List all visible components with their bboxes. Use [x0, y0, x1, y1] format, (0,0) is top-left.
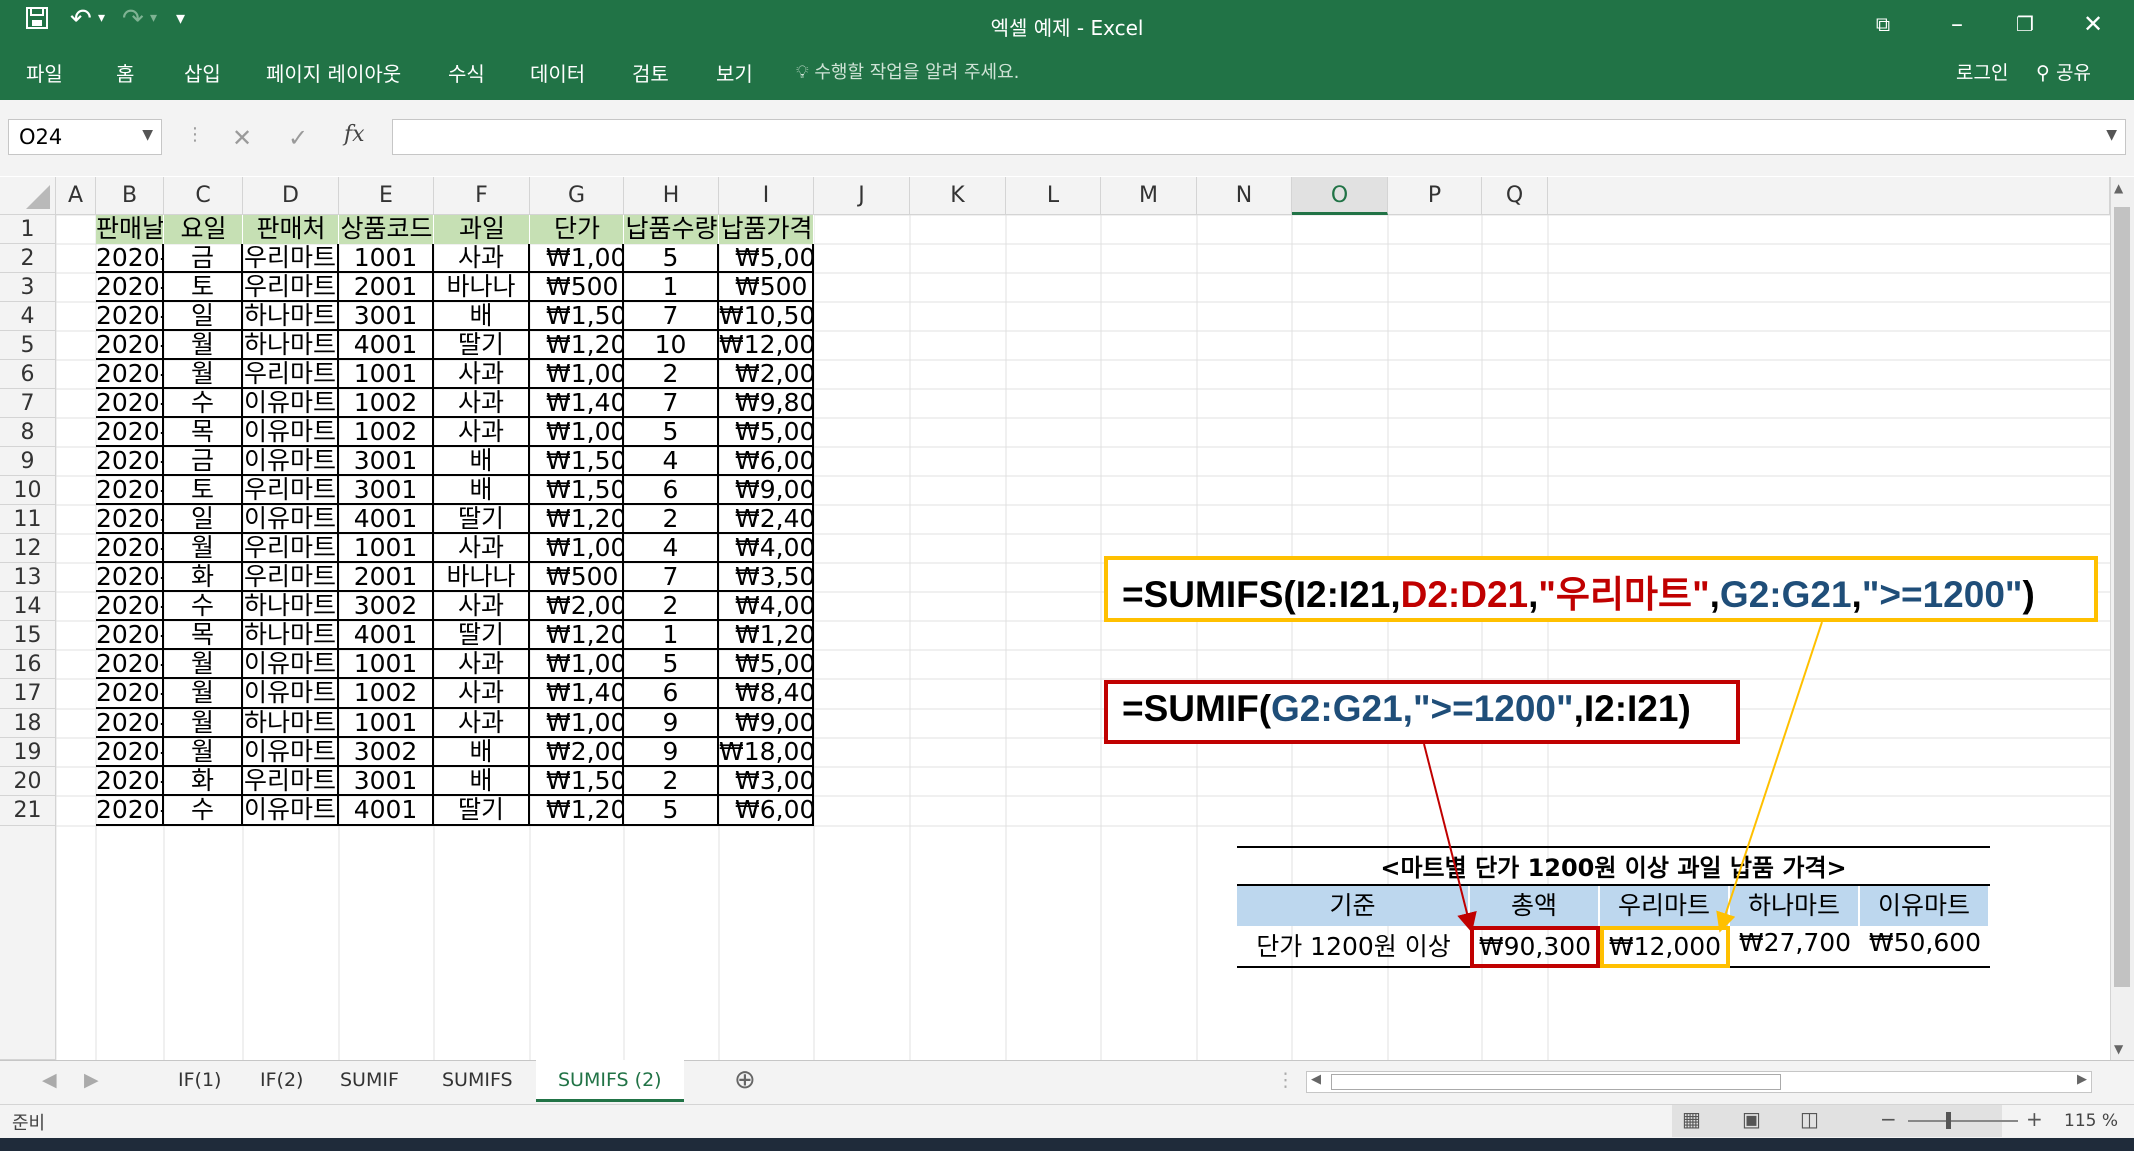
hscroll-thumb[interactable]: [1331, 1074, 1781, 1090]
page-layout-view-icon[interactable]: ▣: [1742, 1107, 1761, 1131]
tab-scroll-right-icon[interactable]: ▶: [84, 1069, 99, 1091]
tab-scroll-left-icon[interactable]: ◀: [42, 1069, 57, 1091]
zoom-level[interactable]: 115 %: [2064, 1111, 2118, 1131]
sheet-tab-if1[interactable]: IF(1): [178, 1069, 221, 1091]
new-sheet-icon[interactable]: ⊕: [734, 1065, 756, 1095]
sheet-tab-bar: ◀ ▶ IF(1) IF(2) SUMIF SUMIFS SUMIFS (2) …: [0, 1060, 2134, 1104]
formula-part: ,: [1851, 574, 1862, 615]
formula-part: ,I2:I21): [1573, 688, 1691, 729]
formula-part: ">=1200": [1861, 574, 2023, 615]
sumifs-formula-callout: =SUMIFS(I2:I21,D2:D21,"우리마트",G2:G21,">=1…: [1104, 556, 2098, 622]
sheet-tab-sumifs[interactable]: SUMIFS: [442, 1069, 513, 1091]
status-bar: 준비 ▦ ▣ ◫ − + 115 %: [0, 1104, 2134, 1138]
sheet-tab-if2[interactable]: IF(2): [260, 1069, 303, 1091]
formula-part: =SUMIF(: [1122, 688, 1272, 729]
horizontal-scrollbar[interactable]: ◀ ▶: [1306, 1071, 2092, 1093]
formula-part: =SUMIFS(I2:I21,: [1122, 574, 1401, 615]
scroll-up-icon[interactable]: ▲: [2114, 181, 2123, 195]
zoom-slider-thumb[interactable]: [1946, 1112, 1951, 1129]
hscroll-left-icon[interactable]: ◀: [1311, 1072, 1321, 1087]
zoom-in-icon[interactable]: +: [2026, 1107, 2043, 1131]
page-break-view-icon[interactable]: ◫: [1800, 1107, 1819, 1131]
formula-part: G2:G21: [1719, 574, 1852, 615]
formula-part: D2:D21: [1400, 574, 1529, 615]
sumifs-arrow: [1716, 621, 1823, 933]
taskbar: [0, 1138, 2134, 1151]
formula-part: G2:G21: [1271, 688, 1403, 729]
sumif-formula-callout: =SUMIF(G2:G21,">=1200",I2:I21): [1104, 680, 1740, 744]
hscroll-right-icon[interactable]: ▶: [2077, 1072, 2087, 1087]
formula-part: ): [2022, 574, 2035, 615]
scroll-thumb[interactable]: [2114, 207, 2130, 987]
sheet-tab-sumif[interactable]: SUMIF: [340, 1069, 399, 1091]
vertical-scrollbar[interactable]: ▲ ▼: [2110, 177, 2134, 1060]
formula-part: "우리마트": [1538, 574, 1710, 615]
scroll-down-icon[interactable]: ▼: [2114, 1042, 2123, 1056]
status-ready: 준비: [12, 1113, 46, 1134]
tab-split-icon[interactable]: ⋮: [1276, 1069, 1295, 1091]
formula-part: ,: [1402, 688, 1413, 729]
normal-view-icon[interactable]: ▦: [1682, 1107, 1701, 1131]
formula-part: ">=1200": [1412, 688, 1574, 729]
zoom-out-icon[interactable]: −: [1880, 1107, 1897, 1131]
zoom-slider[interactable]: [1908, 1120, 2018, 1122]
sumif-arrow: [1423, 743, 1477, 933]
formula-part: ,: [1528, 574, 1539, 615]
sheet-tab-sumifs-2[interactable]: SUMIFS (2): [558, 1069, 662, 1091]
formula-part: ,: [1709, 574, 1720, 615]
